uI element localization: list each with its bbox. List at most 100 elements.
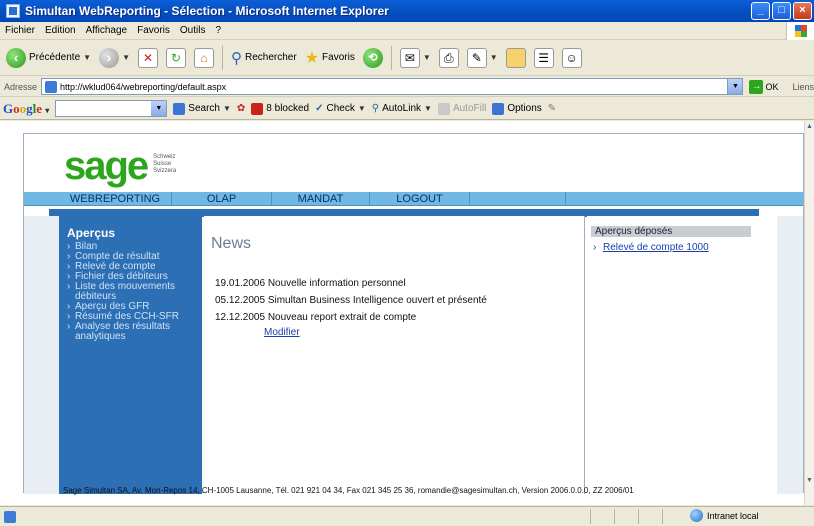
messenger-icon: ☺ <box>561 47 582 68</box>
star-icon: ★ <box>304 49 320 67</box>
news-item: 19.01.2006 Nouvelle information personne… <box>215 278 406 289</box>
print-icon: ⎙ <box>438 47 459 68</box>
menu-item-edition[interactable]: Edition <box>40 25 81 36</box>
google-options-button[interactable]: Options <box>492 102 542 115</box>
check-label: Check <box>326 103 355 114</box>
logo-sub-line: Suisse <box>153 161 172 167</box>
favorites-label: Favoris <box>322 52 355 63</box>
google-search-button[interactable]: Search ▼ <box>173 102 231 115</box>
google-dropdown-button[interactable]: ▼ <box>151 101 167 116</box>
chevron-down-icon: ▼ <box>83 53 92 62</box>
menu-item-affichage[interactable]: Affichage <box>81 25 133 36</box>
edit-button[interactable]: ✎ ▼ <box>465 44 500 72</box>
folder-button[interactable] <box>504 44 528 72</box>
spellcheck-button[interactable]: ✓ Check ▼ <box>315 103 366 114</box>
stop-button[interactable]: ✕ <box>136 44 160 72</box>
ie-app-icon <box>6 4 20 18</box>
nav-item-mandat[interactable]: MANDAT <box>272 192 370 206</box>
mail-button[interactable]: ✉ ▼ <box>398 44 433 72</box>
close-button[interactable]: × <box>793 2 812 20</box>
google-search-label: Search <box>188 103 220 114</box>
print-button[interactable]: ⎙ <box>437 44 461 72</box>
google-search-icon <box>173 102 186 115</box>
saved-overviews-panel: Aperçus déposés Relevé de compte 1000 <box>587 216 777 494</box>
autofill-icon <box>437 102 450 115</box>
search-button[interactable]: ⚲ Rechercher <box>229 44 299 72</box>
refresh-icon: ↻ <box>166 47 186 68</box>
address-dropdown-button[interactable]: ▼ <box>727 79 743 94</box>
autolink-button[interactable]: ⚲ AutoLink ▼ <box>372 103 432 114</box>
messenger-button[interactable]: ☺ <box>560 44 584 72</box>
blocked-label: 8 blocked <box>266 103 310 114</box>
menu-item-fichier[interactable]: Fichier <box>0 25 40 36</box>
address-input[interactable]: http://wklud064/webreporting/default.asp… <box>41 78 744 95</box>
back-label: Précédente <box>29 52 81 63</box>
status-bar: Intranet local <box>0 506 814 526</box>
sage-logo: sage Schweiz Suisse Svizzera <box>64 146 176 186</box>
saved-overview-link[interactable]: Relevé de compte 1000 <box>593 242 777 253</box>
menu-item-outils[interactable]: Outils <box>175 25 211 36</box>
google-logo[interactable]: Google ▾ <box>0 101 49 117</box>
news-panel: News 19.01.2006 Nouvelle information per… <box>204 216 585 494</box>
sidebar-menu: Aperçus Bilan Compte de résultat Relevé … <box>59 216 202 494</box>
address-bar: Adresse http://wklud064/webreporting/def… <box>0 77 814 97</box>
research-icon: ☰ <box>533 47 554 68</box>
menu-item-favoris[interactable]: Favoris <box>132 25 175 36</box>
chevron-down-icon: ▼ <box>357 104 366 113</box>
popup-blocker-icon <box>251 102 264 115</box>
window-titlebar: Simultan WebReporting - Sélection - Micr… <box>0 0 814 22</box>
highlighter-button[interactable]: ✎ <box>548 103 556 114</box>
popup-blocker-button[interactable]: 8 blocked <box>251 102 310 115</box>
research-button[interactable]: ☰ <box>532 44 556 72</box>
go-button[interactable]: → OK <box>749 79 778 94</box>
home-button[interactable]: ⌂ <box>192 44 216 72</box>
site-subnav <box>24 207 803 217</box>
vertical-scrollbar[interactable]: ▲ ▼ <box>804 121 814 505</box>
scroll-down-icon[interactable]: ▼ <box>806 477 814 487</box>
sidebar-item-analyse-resultats[interactable]: Analyse des résultats analytiques <box>67 322 194 342</box>
chevron-down-icon: ▼ <box>424 104 432 113</box>
forward-button[interactable]: › ▼ <box>97 44 132 72</box>
maximize-button[interactable]: □ <box>772 2 791 20</box>
links-label[interactable]: Liens <box>792 82 814 92</box>
sage-logo-subtitle: Schweiz Suisse Svizzera <box>153 154 176 175</box>
refresh-button[interactable]: ↻ <box>164 44 188 72</box>
google-news-button[interactable]: ✿ <box>237 103 245 114</box>
autolink-icon: ⚲ <box>371 103 380 114</box>
nav-item-webreporting[interactable]: WEBREPORTING <box>59 192 172 206</box>
sidebar-heading: Aperçus <box>67 226 116 240</box>
chevron-down-icon: ▼ <box>122 53 130 62</box>
chevron-down-icon: ▼ <box>422 53 431 62</box>
nav-item-olap[interactable]: OLAP <box>172 192 272 206</box>
edit-page-icon: ✎ <box>466 47 487 68</box>
saved-overviews-heading: Aperçus déposés <box>591 226 751 237</box>
modifier-link[interactable]: Modifier <box>264 327 300 338</box>
news-icon: ✿ <box>236 103 246 114</box>
go-arrow-icon: → <box>749 79 764 94</box>
autolink-label: AutoLink <box>382 103 422 114</box>
forward-arrow-icon: › <box>99 47 120 68</box>
menu-item-help[interactable]: ? <box>210 25 226 36</box>
logo-sub-line: Schweiz <box>153 154 176 160</box>
status-cell <box>638 509 660 524</box>
options-label: Options <box>507 103 542 114</box>
pencil-icon: ✎ <box>547 103 557 114</box>
status-cell <box>590 509 612 524</box>
security-zone[interactable]: Intranet local <box>690 509 759 522</box>
minimize-button[interactable]: _ <box>751 2 770 20</box>
favorites-button[interactable]: ★ Favoris <box>303 44 357 72</box>
address-label: Adresse <box>4 81 38 92</box>
google-search-input[interactable]: ▼ <box>55 100 168 117</box>
sidebar-item-liste-mouvements[interactable]: Liste des mouvements débiteurs <box>67 282 194 302</box>
history-icon: ⟲ <box>362 47 383 68</box>
left-margin <box>24 216 59 494</box>
history-button[interactable]: ⟲ <box>361 44 385 72</box>
browser-toolbar: ‹ Précédente ▼ › ▼ ✕ ↻ ⌂ ⚲ Rechercher ★ … <box>0 40 814 76</box>
autofill-button[interactable]: AutoFill <box>437 102 486 115</box>
scroll-up-icon[interactable]: ▲ <box>806 123 814 133</box>
back-arrow-icon: ‹ <box>6 47 26 68</box>
mail-icon: ✉ <box>399 47 420 68</box>
nav-item-logout[interactable]: LOGOUT <box>370 192 470 206</box>
news-item: 12.12.2005 Nouveau report extrait de com… <box>215 312 417 323</box>
back-button[interactable]: ‹ Précédente ▼ <box>4 44 93 72</box>
